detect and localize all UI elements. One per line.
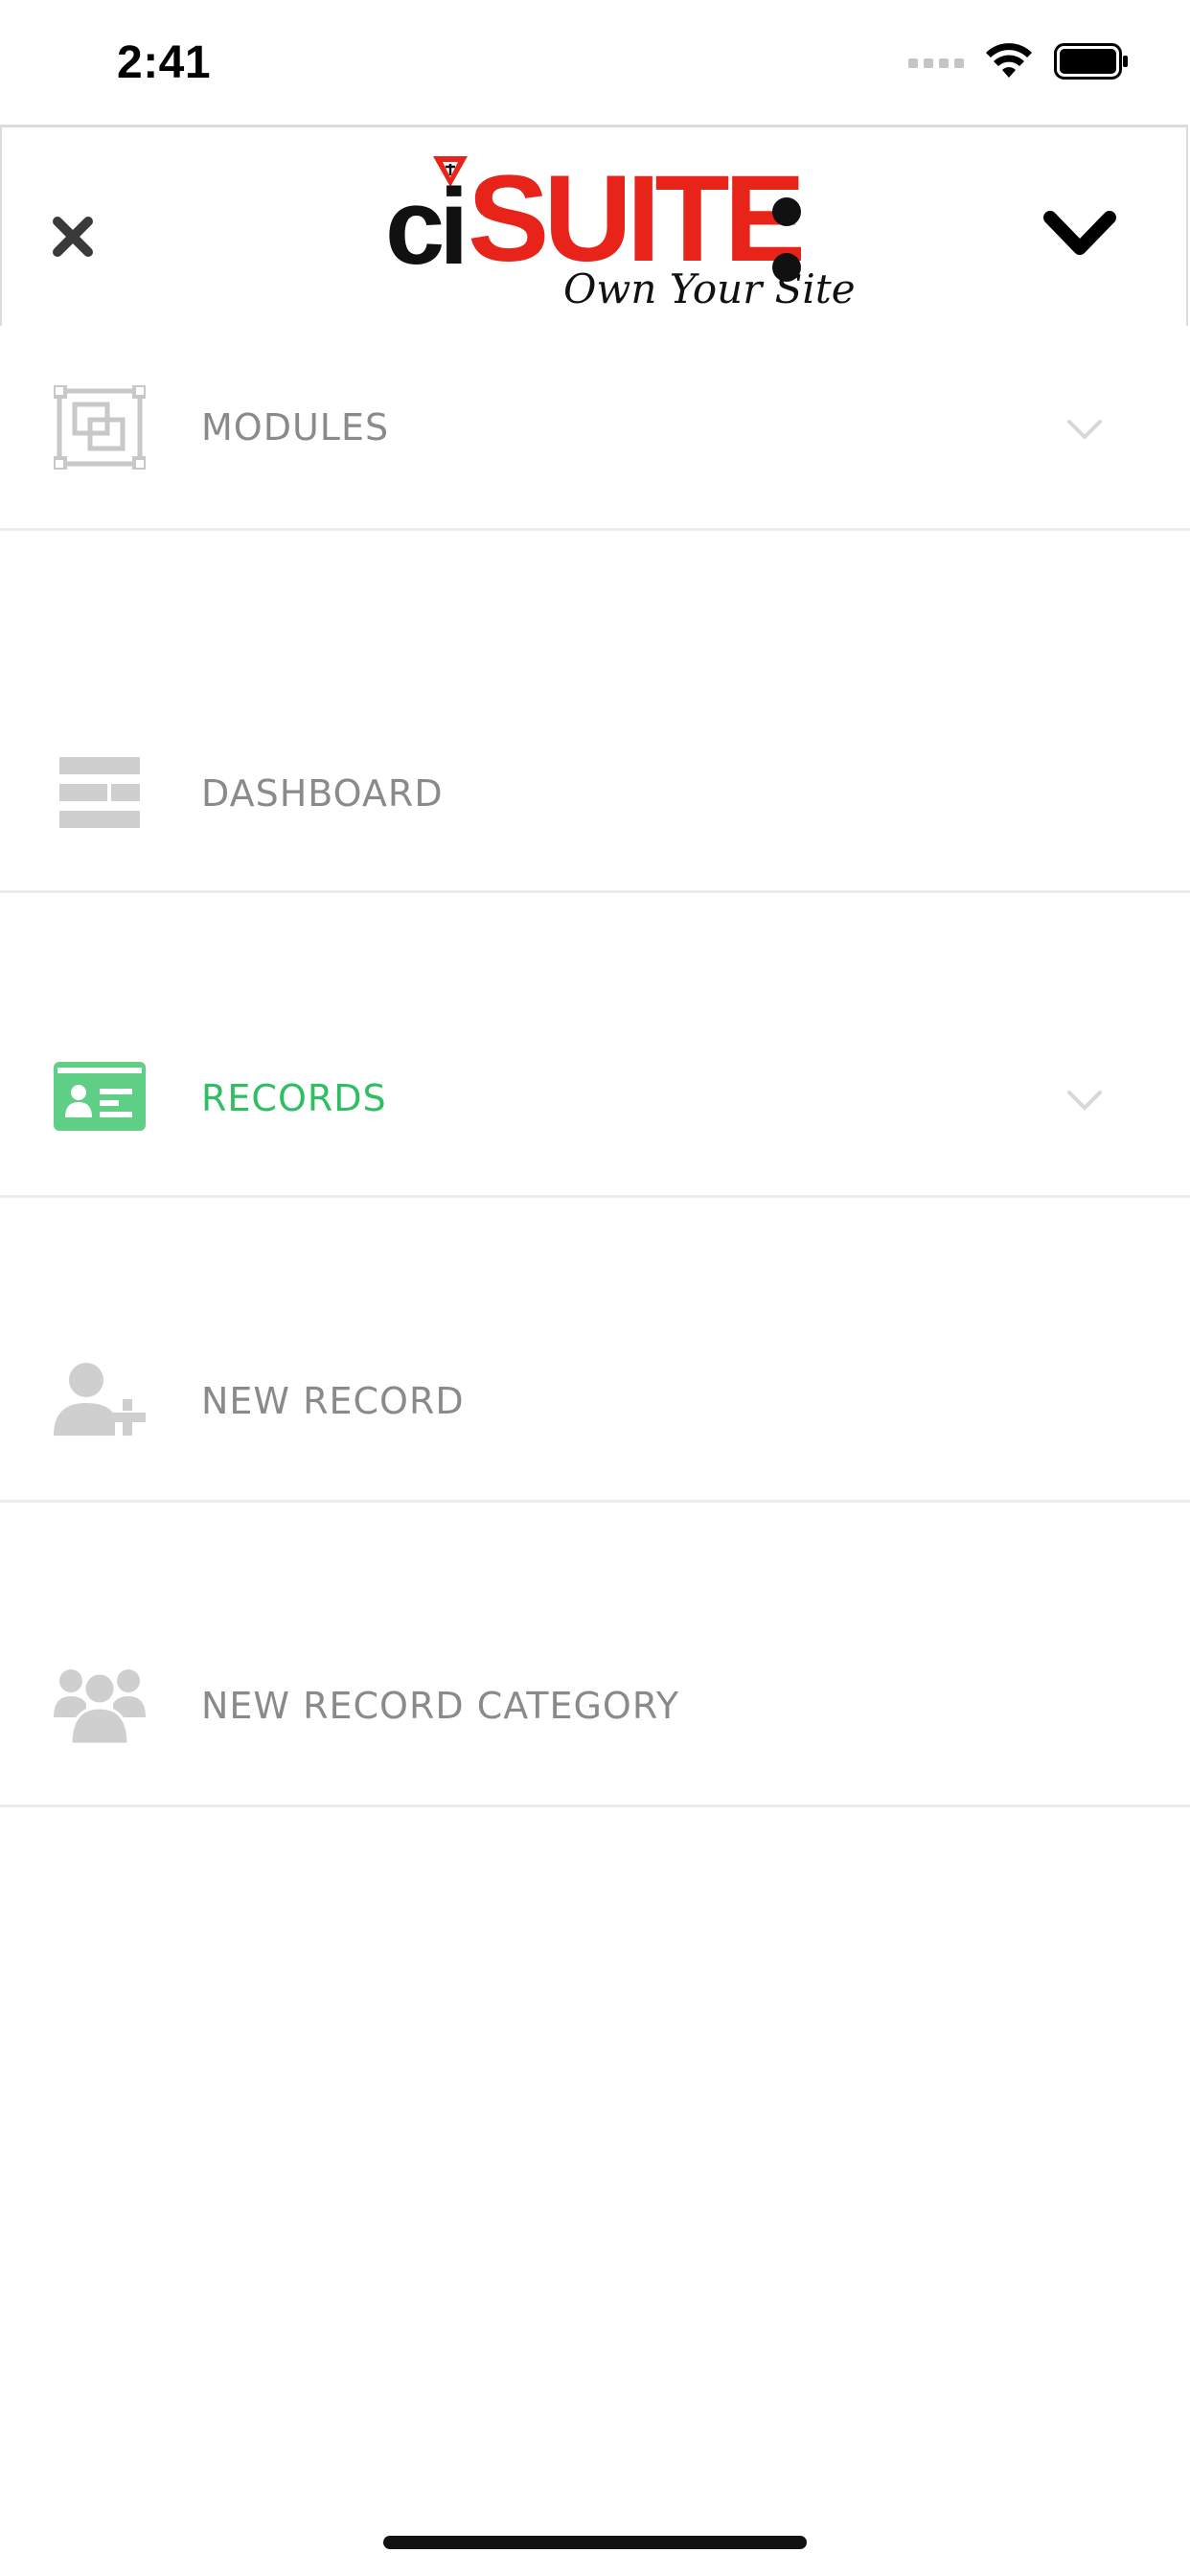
app-header: ci SUITE Own Your Site [0,125,1188,326]
status-indicators [908,42,1129,80]
wifi-icon [986,43,1032,78]
menu-screen: 2:41 ci SUITE Own Your Site MODULES DASH… [0,0,1190,2576]
home-indicator[interactable] [383,2536,807,2549]
modules-icon [54,385,146,470]
status-bar: 2:41 [0,0,1190,126]
signal-icon [908,58,964,68]
menu-item-label: RECORDS [201,1077,387,1119]
battery-icon [1054,43,1128,80]
menu-item-label: NEW RECORD CATEGORY [201,1685,680,1727]
close-icon[interactable] [50,214,96,260]
menu-item-new-record-category[interactable]: NEW RECORD CATEGORY [0,1503,1190,1807]
status-time: 2:41 [117,37,212,88]
users-group-icon [54,1669,146,1746]
brand-logo: ci SUITE Own Your Site [381,150,856,317]
menu-item-label: MODULES [201,406,390,448]
dashboard-icon [59,757,140,828]
menu-item-modules[interactable]: MODULES [0,326,1190,531]
chevron-down-icon [1067,420,1102,440]
logo-prefix: ci [385,167,469,287]
records-card-icon [54,1062,146,1131]
chevron-down-icon[interactable] [1042,206,1117,264]
chevron-down-icon [1067,1091,1102,1111]
menu-item-records[interactable]: RECORDS [0,893,1190,1198]
user-add-icon [54,1363,146,1436]
menu-item-label: DASHBOARD [201,772,444,815]
logo-main: SUITE [468,150,806,288]
menu-item-label: NEW RECORD [201,1380,465,1422]
menu-item-new-record[interactable]: NEW RECORD [0,1198,1190,1503]
logo-tagline: Own Your Site [563,265,856,312]
menu-item-dashboard[interactable]: DASHBOARD [0,531,1190,893]
